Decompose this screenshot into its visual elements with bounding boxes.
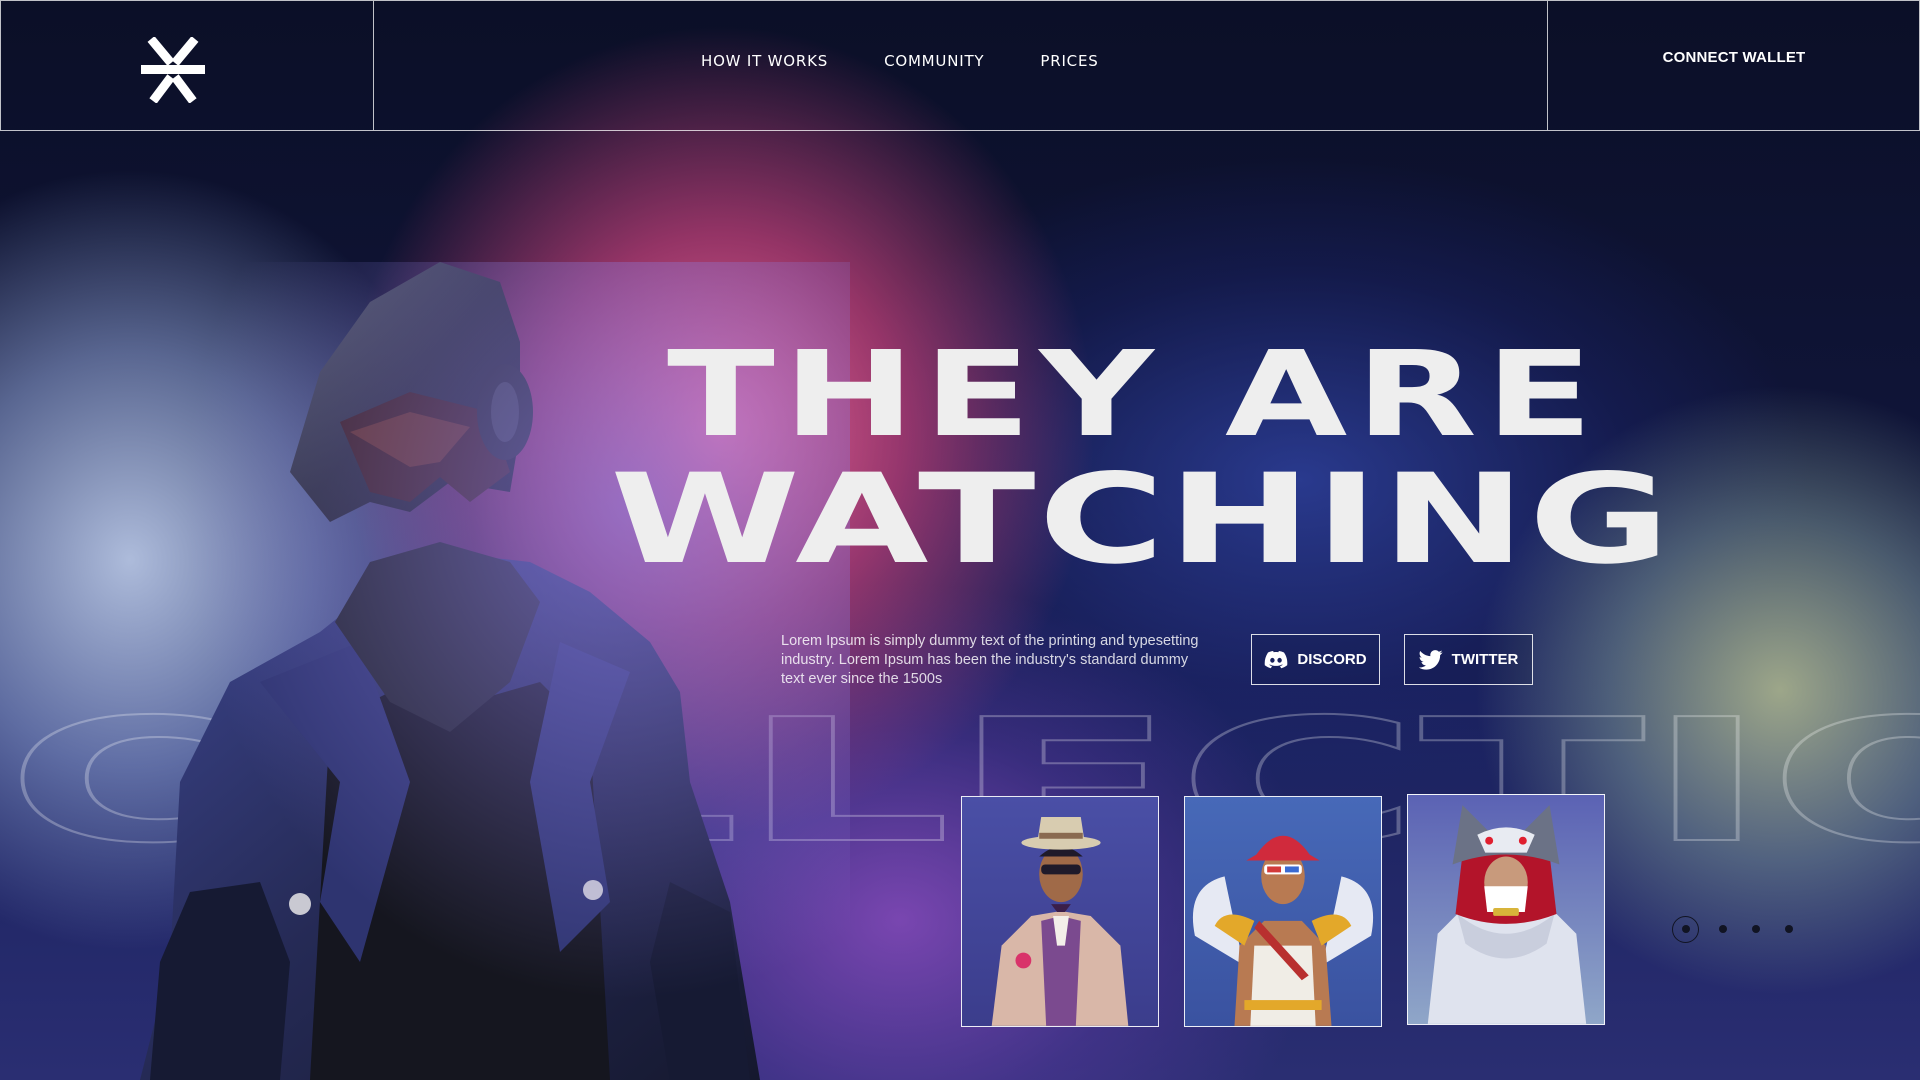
pagination-dot-2[interactable] (1719, 925, 1727, 933)
wallet-cell: CONNECT WALLET (1547, 1, 1919, 130)
character-wolf-costume-image (1427, 805, 1587, 1024)
pagination-dot-1[interactable] (1672, 915, 1699, 943)
nav-link-prices[interactable]: PRICES (1040, 52, 1098, 70)
character-gentleman-image (991, 816, 1129, 1026)
nav-link-community[interactable]: COMMUNITY (884, 52, 984, 70)
character-card-2[interactable] (1184, 796, 1382, 1027)
brand-logo-icon[interactable] (141, 37, 205, 103)
carousel-pagination (1672, 915, 1818, 943)
site-header: HOW IT WORKS COMMUNITY PRICES CONNECT WA… (0, 0, 1920, 131)
connect-wallet-button[interactable]: CONNECT WALLET (1548, 49, 1920, 66)
discord-label: DISCORD (1297, 651, 1367, 668)
hero-description: Lorem Ipsum is simply dummy text of the … (781, 633, 1199, 687)
pagination-dot-4[interactable] (1785, 925, 1793, 933)
logo-cell (1, 1, 374, 130)
main-nav: HOW IT WORKS COMMUNITY PRICES (701, 49, 1099, 73)
twitter-button[interactable]: TWITTER (1404, 634, 1533, 685)
character-cupid-image (1192, 835, 1374, 1026)
discord-icon (1265, 650, 1288, 668)
twitter-label: TWITTER (1451, 651, 1519, 668)
twitter-icon (1418, 649, 1443, 670)
discord-button[interactable]: DISCORD (1251, 634, 1380, 685)
character-card-3[interactable] (1407, 794, 1605, 1025)
hooded-character-image (110, 262, 850, 1080)
character-card-1[interactable] (961, 796, 1159, 1027)
nav-link-how-it-works[interactable]: HOW IT WORKS (701, 52, 828, 70)
pagination-dot-3[interactable] (1752, 925, 1760, 933)
